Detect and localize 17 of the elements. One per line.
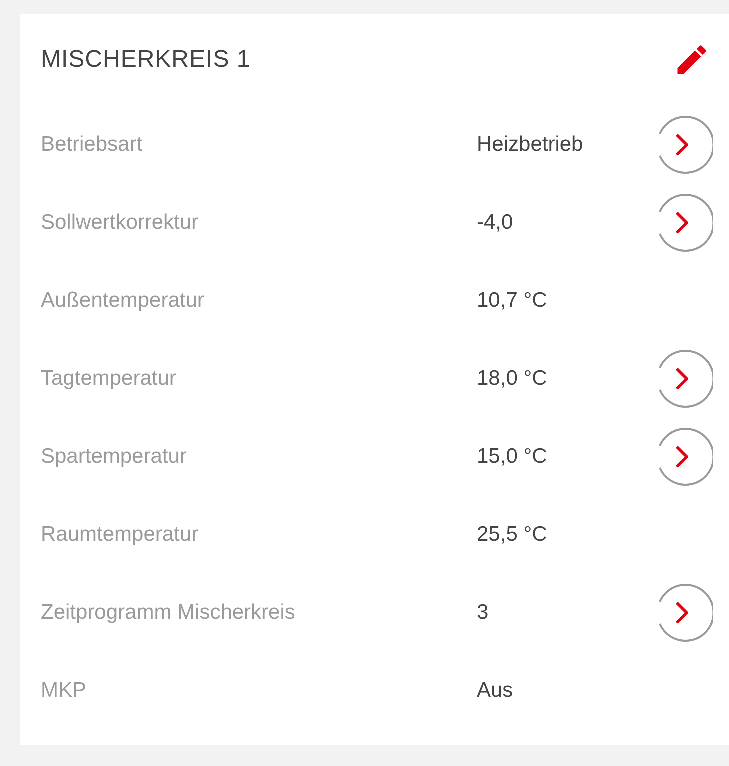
row-value: 15,0 °C: [477, 445, 548, 469]
row-value: 10,7 °C: [477, 289, 548, 313]
row-label: Sollwertkorrektur: [41, 211, 200, 235]
row-label: Zeitprogramm Mischerkreis: [41, 601, 296, 625]
row-value: 25,5 °C: [477, 523, 548, 547]
row-label: Spartemperatur: [41, 445, 188, 469]
row-value: Aus: [477, 679, 514, 703]
row-label: Tagtemperatur: [41, 367, 178, 391]
card-title: MISCHERKREIS 1: [41, 46, 251, 74]
row-value: 3: [477, 601, 489, 625]
row-value: -4,0: [477, 211, 514, 235]
row-label: Außentemperatur: [41, 289, 206, 313]
row-value: Heizbetrieb: [477, 133, 584, 157]
row-value: 18,0 °C: [477, 367, 548, 391]
row-label: Betriebsart: [41, 133, 144, 157]
row-label: Raumtemperatur: [41, 523, 200, 547]
row-label: MKP: [41, 679, 88, 703]
